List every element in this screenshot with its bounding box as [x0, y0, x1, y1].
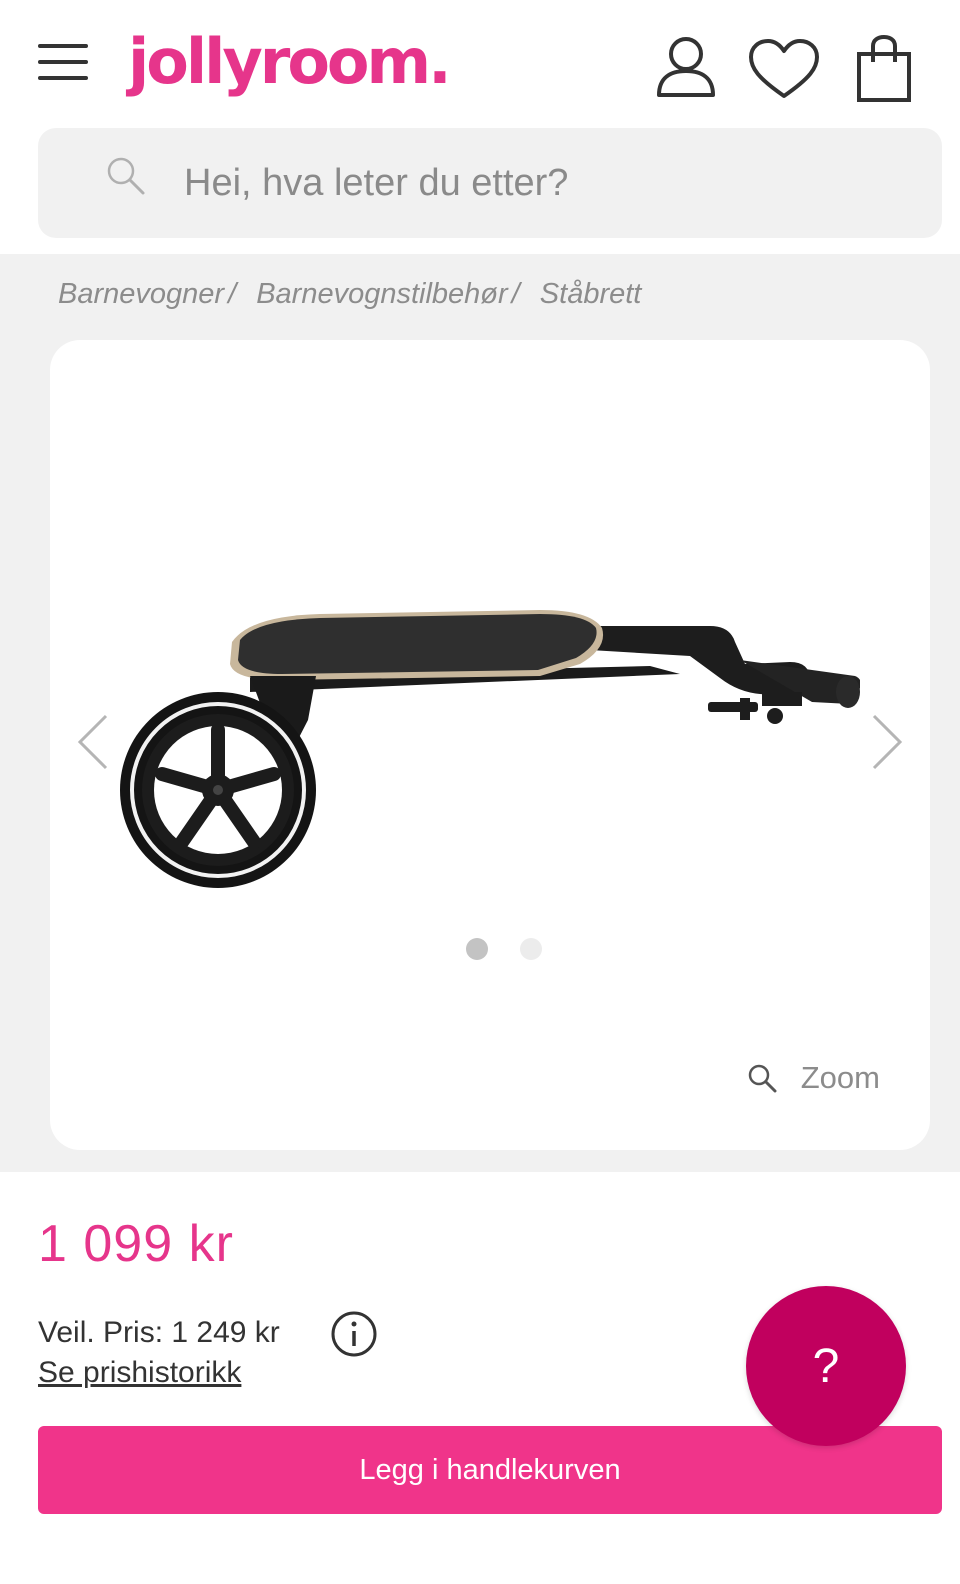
cart-button[interactable] [856, 34, 912, 109]
product-image[interactable] [120, 580, 860, 900]
hamburger-icon [38, 44, 88, 48]
breadcrumb-item-barnevogner[interactable]: Barnevogner [58, 278, 224, 310]
search-input[interactable] [184, 158, 884, 208]
magnifier-icon [748, 1064, 777, 1093]
chevron-right-icon[interactable] [870, 712, 904, 772]
account-button[interactable] [656, 34, 716, 103]
shopping-bag-icon [857, 34, 911, 102]
search-bar[interactable] [38, 128, 942, 238]
zoom-button[interactable]: Zoom [747, 1060, 880, 1096]
product-price: 1 099 kr [38, 1215, 234, 1273]
logo[interactable]: jollyroom. [128, 22, 452, 102]
breadcrumb-separator: / [511, 278, 520, 310]
help-button[interactable]: ? [746, 1286, 906, 1446]
carousel-dot-active[interactable] [466, 938, 488, 960]
info-icon[interactable] [330, 1310, 378, 1358]
breadcrumb: Barnevogner / Barnevognstilbehør / Ståbret… [58, 278, 641, 311]
heart-icon [749, 39, 819, 98]
wishlist-button[interactable] [748, 38, 820, 105]
price-history-link[interactable]: Se prishistorikk [38, 1356, 241, 1390]
chevron-left-icon[interactable] [76, 712, 110, 772]
carousel-dot[interactable] [520, 938, 543, 960]
breadcrumb-item-stabrett[interactable]: Ståbrett [540, 278, 642, 310]
user-icon [657, 37, 715, 97]
search-icon [107, 157, 145, 195]
product-image-carousel[interactable]: Zoom [50, 340, 930, 1150]
recommended-price: Veil. Pris: 1 249 kr [38, 1316, 280, 1349]
site-header: jollyroom. [0, 0, 960, 254]
zoom-label: Zoom [800, 1060, 880, 1095]
breadcrumb-separator: / [228, 278, 237, 310]
breadcrumb-item-barnevognstilbehor[interactable]: Barnevognstilbehør [256, 278, 507, 310]
carousel-dots [466, 938, 570, 965]
hamburger-menu-button[interactable] [38, 44, 90, 84]
